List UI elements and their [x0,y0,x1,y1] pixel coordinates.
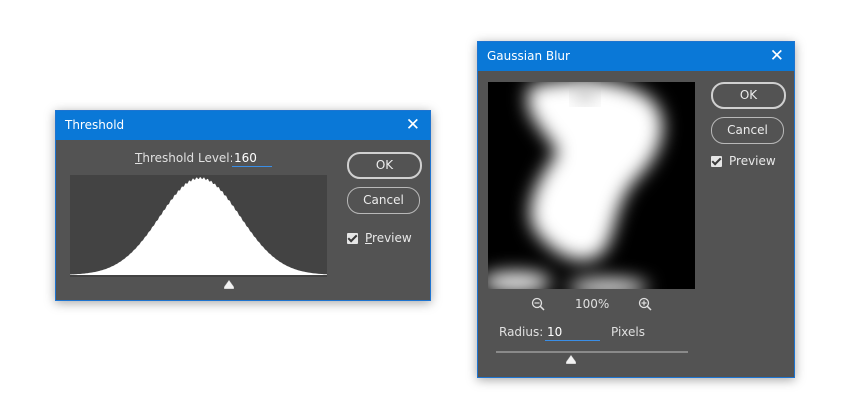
close-icon[interactable]: ✕ [406,111,420,139]
gaussian-preview-checkbox[interactable]: Preview [711,154,776,168]
threshold-slider-triangle-icon[interactable] [224,280,234,289]
zoom-in-icon[interactable] [638,296,652,311]
gaussian-preview-label: Preview [729,154,776,168]
gaussian-ok-button[interactable]: OK [711,82,786,109]
blur-preview-image[interactable] [488,82,695,289]
threshold-level-input[interactable] [232,150,272,167]
zoom-level: 100% [575,297,610,311]
threshold-cancel-button[interactable]: Cancel [347,187,420,214]
threshold-preview-label: Preview [365,231,412,245]
gaussian-title: Gaussian Blur [487,49,570,63]
threshold-dialog: Threshold ✕ Threshold Level: OK Cancel P… [55,110,431,301]
close-icon[interactable]: ✕ [770,42,784,70]
blur-preview-graphic [488,82,663,289]
radius-label: Radius: [499,325,544,339]
histogram-curve [70,176,327,275]
threshold-preview-checkbox[interactable]: Preview [347,231,412,245]
gaussian-blur-dialog: Gaussian Blur ✕ 100% Radius: 10 Pixels O… [477,41,795,378]
threshold-histogram [70,175,327,277]
radius-unit: Pixels [611,325,646,339]
radius-slider-track[interactable] [496,351,688,353]
checkbox-checked-icon[interactable] [347,232,358,244]
radius-slider-triangle-icon[interactable] [566,355,576,364]
gaussian-titlebar[interactable]: Gaussian Blur ✕ [478,42,794,71]
radius-input[interactable] [545,324,600,341]
threshold-titlebar[interactable]: Threshold ✕ [56,111,430,140]
histogram-graph [70,176,327,275]
zoom-out-icon[interactable] [531,296,545,311]
threshold-title: Threshold [65,118,125,132]
threshold-ok-button[interactable]: OK [347,152,422,179]
gaussian-cancel-button[interactable]: Cancel [711,117,784,144]
checkbox-checked-icon[interactable] [711,155,722,167]
threshold-level-label: Threshold Level: [135,151,234,165]
